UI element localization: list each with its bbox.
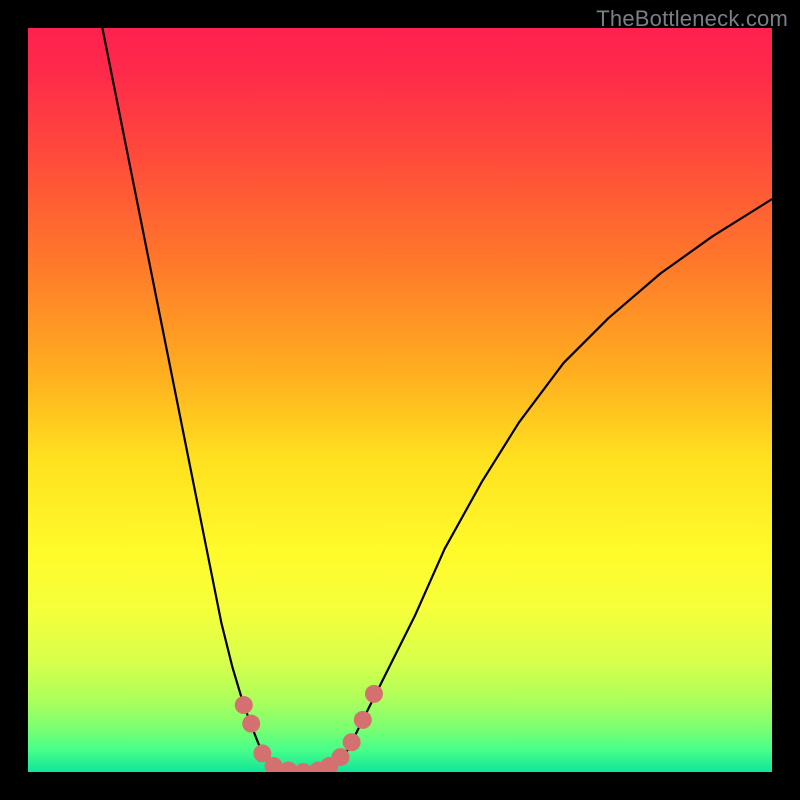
chart-svg bbox=[28, 28, 772, 772]
chart-frame: TheBottleneck.com bbox=[0, 0, 800, 800]
gradient-background bbox=[28, 28, 772, 772]
data-marker bbox=[242, 715, 260, 733]
data-marker bbox=[354, 711, 372, 729]
plot-area bbox=[28, 28, 772, 772]
data-marker bbox=[235, 696, 253, 714]
data-marker bbox=[365, 685, 383, 703]
data-marker bbox=[343, 733, 361, 751]
data-marker bbox=[331, 748, 349, 766]
